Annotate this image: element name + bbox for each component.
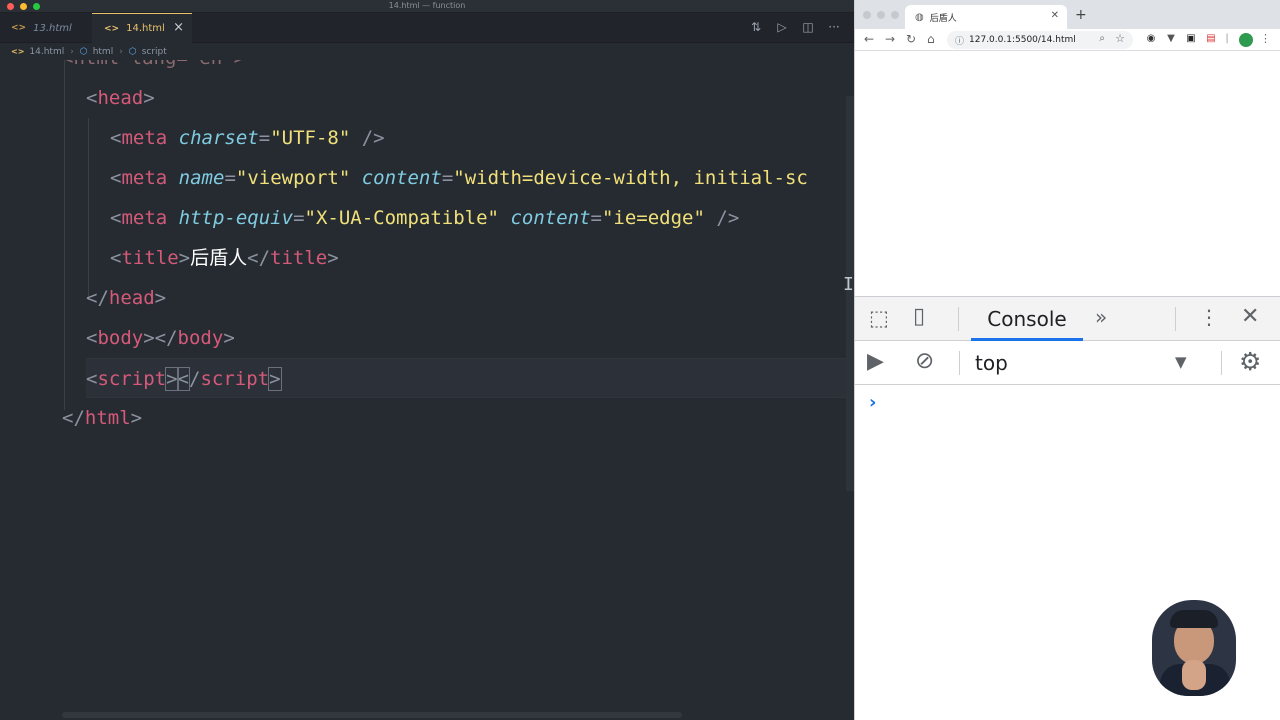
new-tab-icon[interactable]: +: [1075, 7, 1087, 23]
inspect-element-icon[interactable]: ⬚: [869, 306, 889, 330]
browser-tab[interactable]: ◍ 后盾人 ✕: [905, 5, 1067, 29]
divider: [1221, 351, 1222, 375]
device-toolbar-icon[interactable]: ▯: [913, 304, 925, 329]
code-line-meta-viewport: <meta name="viewport" content="width=dev…: [110, 167, 808, 189]
clear-console-icon[interactable]: ⊘: [915, 348, 934, 374]
browser-tab-title: 后盾人: [929, 13, 957, 24]
chevron-down-icon[interactable]: ▼: [1175, 353, 1187, 371]
console-toolbar: ▶ ⊘ top ▼ ⚙: [855, 341, 1280, 385]
breadcrumb-item-file[interactable]: 14.html: [29, 47, 64, 57]
divider: [959, 351, 960, 375]
back-icon[interactable]: ←: [864, 32, 874, 46]
code-line-head-close: </head>: [86, 287, 167, 309]
extension-icon[interactable]: ▣: [1185, 33, 1197, 45]
code-line-title: <title>后盾人</title>: [110, 247, 339, 269]
source-control-icon[interactable]: ⇅: [748, 20, 764, 34]
split-editor-icon[interactable]: ◫: [800, 20, 816, 34]
home-icon[interactable]: ⌂: [927, 32, 935, 46]
code-line-body: <body></body>: [86, 327, 235, 349]
close-icon[interactable]: ×: [173, 21, 184, 35]
browser-tab-strip: ◍ 后盾人 ✕ +: [855, 0, 1280, 29]
console-prompt[interactable]: ›: [869, 392, 876, 413]
tab-console[interactable]: Console: [971, 297, 1083, 341]
code-line-head-open: <head>: [86, 87, 155, 109]
code-editor-window: 14.html — function <> 13.html <> 14.html…: [0, 0, 854, 720]
gear-icon[interactable]: ⚙: [1239, 347, 1261, 376]
editor-actions: ⇅ ▷ ◫ ···: [748, 20, 842, 34]
html-file-icon: <>: [11, 47, 25, 56]
element-icon: ⬡: [79, 46, 88, 57]
close-window-button[interactable]: [863, 11, 871, 19]
zoom-window-button[interactable]: [891, 11, 899, 19]
star-icon[interactable]: ☆: [1115, 32, 1125, 45]
horizontal-scrollbar[interactable]: [62, 712, 682, 718]
html-file-icon: <>: [104, 23, 120, 34]
tab-13-html[interactable]: <> 13.html: [0, 13, 92, 43]
screen: 14.html — function <> 13.html <> 14.html…: [0, 0, 1280, 720]
sidebar-toggle-icon[interactable]: ▶: [867, 349, 884, 374]
avatar[interactable]: [1239, 33, 1253, 47]
code-line-html-close: </html>: [62, 407, 143, 429]
divider: [958, 307, 959, 331]
reload-icon[interactable]: ↻: [906, 32, 916, 46]
page-content: [855, 51, 1280, 296]
presenter-webcam: [1152, 600, 1236, 696]
run-icon[interactable]: ▷: [774, 20, 790, 34]
editor-titlebar: 14.html — function: [0, 0, 854, 13]
code-area[interactable]: <html lang="en"> <head> <meta charset="U…: [0, 60, 846, 710]
presenter-hands: [1182, 660, 1206, 690]
editor-tab-bar: <> 13.html <> 14.html × ⇅ ▷ ◫ ···: [0, 13, 854, 43]
code-line-script-current: <script></script>: [86, 358, 846, 398]
forward-icon[interactable]: →: [885, 32, 895, 46]
address-bar[interactable]: ⓘ 127.0.0.1:5500/14.html ⌕ ☆: [947, 31, 1133, 49]
info-icon: ⓘ: [955, 36, 965, 47]
chevron-right-icon: ›: [70, 46, 74, 57]
globe-icon: ◍: [915, 11, 924, 23]
tab-14-html[interactable]: <> 14.html ×: [92, 13, 192, 43]
tab-label: 13.html: [33, 22, 72, 34]
menu-icon[interactable]: ⋮: [1260, 32, 1271, 45]
vue-devtools-icon[interactable]: ▼: [1165, 33, 1177, 45]
window-title: 14.html — function: [388, 1, 466, 10]
code-line-meta-compat: <meta http-equiv="X-UA-Compatible" conte…: [110, 207, 740, 229]
extension-icon[interactable]: ◉: [1145, 33, 1157, 45]
divider: [1175, 307, 1176, 331]
devtools-tab-bar: ⬚ ▯ Console » ⋮ ✕: [855, 297, 1280, 341]
context-selector[interactable]: top: [975, 351, 1008, 375]
element-icon: ⬡: [128, 46, 137, 57]
minimize-window-button[interactable]: [877, 11, 885, 19]
indent-guide: [64, 60, 65, 410]
close-icon[interactable]: ✕: [1241, 304, 1259, 329]
code-line-meta-charset: <meta charset="UTF-8" />: [110, 127, 385, 149]
code-line-html-open: <html lang="en">: [62, 60, 846, 78]
zoom-icon[interactable]: ⌕: [1099, 33, 1105, 44]
breadcrumb: <> 14.html › ⬡ html › ⬡ script: [0, 43, 854, 60]
more-icon[interactable]: ···: [826, 20, 842, 34]
browser-toolbar: ← → ↻ ⌂ ⓘ 127.0.0.1:5500/14.html ⌕ ☆ ◉ ▼…: [855, 29, 1280, 51]
indent-guide: [88, 118, 89, 300]
breadcrumb-item-script[interactable]: script: [142, 47, 167, 57]
more-tabs-icon[interactable]: »: [1095, 305, 1107, 329]
breadcrumb-item-html[interactable]: html: [93, 47, 114, 57]
close-icon[interactable]: ✕: [1051, 10, 1059, 21]
kebab-menu-icon[interactable]: ⋮: [1199, 305, 1219, 329]
divider: |: [1225, 33, 1229, 44]
extension-icon[interactable]: ▤: [1205, 33, 1217, 45]
text-cursor-icon: I: [843, 274, 854, 295]
tab-label: 14.html: [126, 23, 165, 34]
html-file-icon: <>: [11, 23, 27, 33]
url-text: 127.0.0.1:5500/14.html: [969, 35, 1076, 45]
chevron-right-icon: ›: [119, 46, 123, 57]
presenter-cap: [1170, 610, 1218, 628]
